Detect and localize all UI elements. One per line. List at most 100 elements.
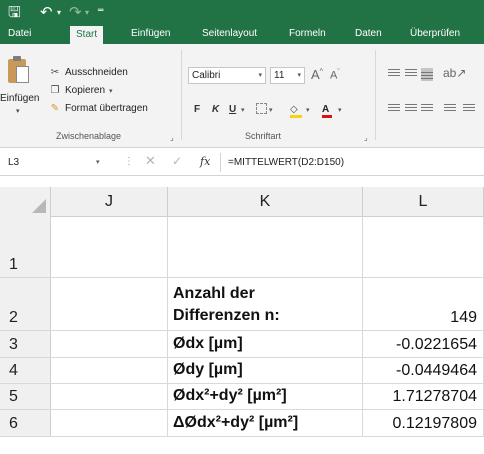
fill-color-button[interactable]: ◇ xyxy=(290,102,306,118)
redo-dropdown-icon[interactable]: ▾ xyxy=(85,3,89,23)
fill-color-dropdown-icon[interactable]: ▾ xyxy=(306,102,310,118)
clipboard-group-label: Zwischenablage xyxy=(56,131,122,141)
row-header[interactable]: 6 xyxy=(0,410,51,436)
font-color-dropdown-icon[interactable]: ▾ xyxy=(338,102,342,118)
select-all-button[interactable] xyxy=(0,187,51,217)
align-right-icon[interactable] xyxy=(421,104,433,113)
tab-datei[interactable]: Datei xyxy=(2,24,37,44)
save-icon[interactable]: 🖫 xyxy=(8,2,21,22)
cell-k4[interactable]: Ødy [µm] xyxy=(168,358,363,383)
cell-l4[interactable]: -0.0449464 xyxy=(363,358,484,383)
format-painter-button[interactable]: ✎ Format übertragen xyxy=(48,102,148,116)
tab-seitenlayout[interactable]: Seitenlayout xyxy=(196,24,263,44)
row-header[interactable]: 2 xyxy=(0,278,51,330)
border-icon xyxy=(256,102,267,114)
cell-k5[interactable]: Ødx²+dy² [µm²] xyxy=(168,384,363,409)
cell-j5[interactable] xyxy=(51,384,168,409)
font-group-label: Schriftart xyxy=(245,131,282,141)
underline-dropdown-icon[interactable]: ▾ xyxy=(241,102,245,118)
tab-start[interactable]: Start xyxy=(70,26,104,44)
paste-dropdown-icon[interactable]: ▾ xyxy=(16,107,20,115)
formula-bar-grip[interactable]: ⋮ xyxy=(124,156,134,167)
name-box-value: L3 xyxy=(8,157,20,168)
row-header[interactable]: 5 xyxy=(0,384,51,409)
font-launcher-icon[interactable]: ⌟ xyxy=(364,133,368,142)
font-color-button[interactable]: A xyxy=(322,102,336,118)
redo-icon[interactable]: ↷ xyxy=(69,2,82,22)
cell-k1[interactable] xyxy=(168,217,363,277)
table-row: 2 Anzahl der Differenzen n: 149 xyxy=(0,278,484,331)
font-color-icon: A xyxy=(322,104,330,115)
font-size-select[interactable]: 11 ▾ xyxy=(270,67,305,84)
scissors-icon: ✂ xyxy=(50,67,60,78)
customize-qat-icon[interactable]: ═ xyxy=(98,1,103,21)
table-row: 3 Ødx [µm] -0.0221654 xyxy=(0,331,484,358)
tab-daten[interactable]: Daten xyxy=(349,24,388,44)
undo-dropdown-icon[interactable]: ▾ xyxy=(57,3,61,23)
chevron-down-icon: ▾ xyxy=(297,72,301,79)
insert-function-button[interactable]: fx xyxy=(200,155,210,168)
format-painter-icon: ✎ xyxy=(50,103,60,114)
paste-icon xyxy=(8,56,30,84)
decrease-indent-icon[interactable] xyxy=(444,104,456,113)
cell-j2[interactable] xyxy=(51,278,168,330)
tab-ueberpruefen[interactable]: Überprüfen xyxy=(404,24,466,44)
underline-button[interactable]: U xyxy=(229,102,236,118)
italic-button[interactable]: K xyxy=(212,102,219,118)
cell-j1[interactable] xyxy=(51,217,168,277)
table-row: 5 Ødx²+dy² [µm²] 1.71278704 xyxy=(0,384,484,410)
align-middle-icon[interactable] xyxy=(405,69,417,78)
cell-l6[interactable]: 0.12197809 xyxy=(363,410,484,436)
font-size-value: 11 xyxy=(274,70,285,81)
ribbon-tabs: Datei Start Einfügen Seitenlayout Formel… xyxy=(0,24,484,44)
align-top-icon[interactable] xyxy=(388,69,400,78)
grow-font-icon[interactable]: A^ xyxy=(311,67,323,82)
increase-indent-icon[interactable] xyxy=(463,104,475,113)
shrink-font-icon[interactable]: Aˇ xyxy=(330,69,340,82)
cell-l5[interactable]: 1.71278704 xyxy=(363,384,484,409)
align-center-icon[interactable] xyxy=(405,104,417,113)
copy-dropdown-icon[interactable]: ▾ xyxy=(109,88,113,95)
enter-icon[interactable]: ✓ xyxy=(172,154,182,168)
row-header[interactable]: 1 xyxy=(0,217,51,277)
column-header-l[interactable]: L xyxy=(363,187,484,217)
cancel-icon[interactable]: ✕ xyxy=(145,154,156,169)
cut-label: Ausschneiden xyxy=(65,67,128,78)
row-header[interactable]: 4 xyxy=(0,358,51,383)
row-header[interactable]: 3 xyxy=(0,331,51,357)
cell-j6[interactable] xyxy=(51,410,168,436)
tab-formeln[interactable]: Formeln xyxy=(283,24,332,44)
border-button[interactable]: ▾ xyxy=(256,102,272,118)
clipboard-launcher-icon[interactable]: ⌟ xyxy=(170,133,174,142)
column-header-j[interactable]: J xyxy=(51,187,168,217)
orientation-icon[interactable]: ab↗ xyxy=(443,66,466,80)
copy-label: Kopieren xyxy=(65,85,106,96)
undo-icon[interactable]: ↶ xyxy=(40,2,53,22)
name-box[interactable]: L3 ▾ xyxy=(4,153,104,172)
cut-button[interactable]: ✂ Ausschneiden xyxy=(48,66,128,80)
formula-bar: L3 ▾ ⋮ ✕ ✓ fx =MITTELWERT(D2:D150) xyxy=(0,149,484,176)
font-name-select[interactable]: Calibri ▾ xyxy=(188,67,266,84)
cell-k2[interactable]: Anzahl der Differenzen n: xyxy=(168,278,363,330)
tab-einfuegen[interactable]: Einfügen xyxy=(125,24,176,44)
align-left-icon[interactable] xyxy=(388,104,400,113)
fill-bucket-icon: ◇ xyxy=(290,104,298,115)
cell-j4[interactable] xyxy=(51,358,168,383)
cell-j3[interactable] xyxy=(51,331,168,357)
align-bottom-icon[interactable] xyxy=(421,68,433,81)
copy-button[interactable]: ❐ Kopieren ▾ xyxy=(48,84,113,98)
cell-k6[interactable]: ΔØdx²+dy² [µm²] xyxy=(168,410,363,436)
format-painter-label: Format übertragen xyxy=(65,103,148,114)
column-header-k[interactable]: K xyxy=(168,187,363,217)
cell-k3[interactable]: Ødx [µm] xyxy=(168,331,363,357)
paste-label: Einfügen xyxy=(0,93,40,104)
cell-l2[interactable]: 149 xyxy=(363,278,484,330)
cell-l3[interactable]: -0.0221654 xyxy=(363,331,484,357)
chevron-down-icon: ▾ xyxy=(96,159,100,166)
font-name-value: Calibri xyxy=(192,70,221,81)
cell-l1[interactable] xyxy=(363,217,484,277)
table-row: 6 ΔØdx²+dy² [µm²] 0.12197809 xyxy=(0,410,484,437)
formula-input[interactable]: =MITTELWERT(D2:D150) xyxy=(228,153,344,172)
table-row: 4 Ødy [µm] -0.0449464 xyxy=(0,358,484,384)
bold-button[interactable]: F xyxy=(194,102,200,118)
